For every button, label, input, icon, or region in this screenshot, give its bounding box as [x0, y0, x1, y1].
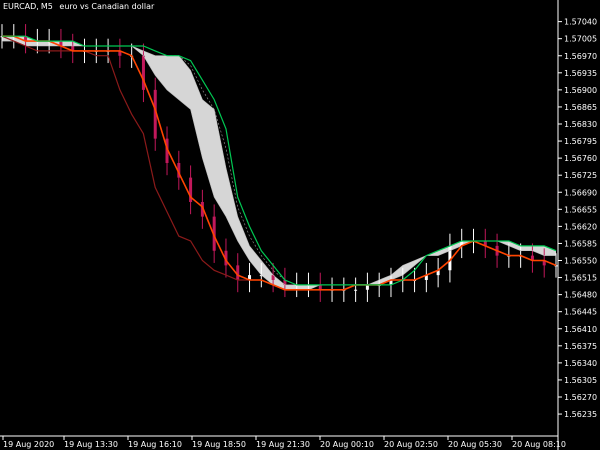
x-tick-label: 20 Aug 02:50 [384, 440, 438, 449]
x-tick-label: 19 Aug 2020 [3, 440, 54, 449]
candle-body [354, 289, 358, 291]
x-tick-label: 19 Aug 18:50 [192, 440, 246, 449]
x-tick-label: 20 Aug 08:10 [512, 440, 566, 449]
chart-title: EURCAD, M5 euro vs Canadian dollar [3, 2, 154, 11]
y-tick-label: 1.56935 [564, 69, 597, 78]
symbol-label: EURCAD [3, 2, 37, 11]
y-tick-label: 1.56760 [564, 154, 597, 163]
y-tick-label: 1.56270 [564, 393, 597, 402]
symbol-description: euro vs Canadian dollar [59, 2, 155, 11]
y-tick-label: 1.56305 [564, 376, 597, 385]
y-tick-label: 1.56445 [564, 308, 597, 317]
x-tick-label: 19 Aug 21:30 [256, 440, 310, 449]
y-tick-label: 1.56795 [564, 137, 597, 146]
y-tick-label: 1.56690 [564, 188, 597, 197]
y-tick-label: 1.56340 [564, 359, 597, 368]
y-tick-label: 1.56865 [564, 103, 597, 112]
plot-background [0, 0, 600, 450]
y-tick-label: 1.57040 [564, 18, 597, 27]
x-tick-label: 20 Aug 00:10 [320, 440, 374, 449]
x-tick-label: 20 Aug 05:30 [448, 440, 502, 449]
y-tick-label: 1.56515 [564, 274, 597, 283]
y-tick-label: 1.56375 [564, 342, 597, 351]
price-chart[interactable]: 1.57040 1.57005 1.56970 1.56935 1.56900 1.568… [0, 0, 600, 450]
x-tick-label: 19 Aug 16:10 [128, 440, 182, 449]
y-tick-label: 1.56655 [564, 205, 597, 214]
y-tick-label: 1.56410 [564, 325, 597, 334]
title-separator: , [36, 2, 39, 11]
y-tick-label: 1.56550 [564, 257, 597, 266]
y-tick-label: 1.56900 [564, 86, 597, 95]
timeframe-label: M5 [40, 2, 53, 11]
y-tick-label: 1.56620 [564, 222, 597, 231]
y-tick-label: 1.57005 [564, 35, 597, 44]
y-tick-label: 1.56970 [564, 52, 597, 61]
y-tick-label: 1.56235 [564, 410, 597, 419]
y-tick-label: 1.56725 [564, 171, 597, 180]
y-tick-label: 1.56585 [564, 239, 597, 248]
x-tick-label: 19 Aug 13:30 [64, 440, 118, 449]
y-tick-label: 1.56830 [564, 120, 597, 129]
y-tick-label: 1.56480 [564, 291, 597, 300]
